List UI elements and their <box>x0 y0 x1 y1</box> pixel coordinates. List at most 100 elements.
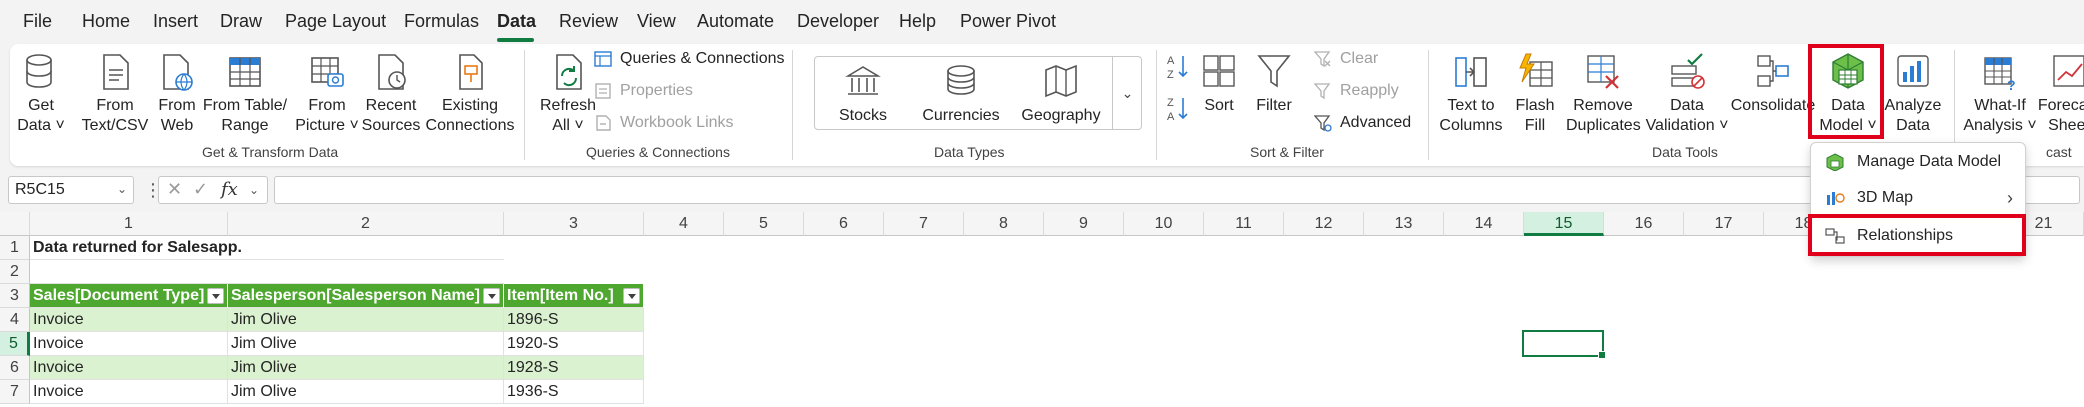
sort-descending-button[interactable]: ZA <box>1164 94 1192 128</box>
tab-power-pivot[interactable]: Power Pivot <box>960 11 1056 32</box>
name-box[interactable]: R5C15 ⌄ <box>8 176 134 204</box>
from-web-button[interactable]: From Web <box>150 52 204 136</box>
active-cell[interactable] <box>1522 330 1606 359</box>
empty-row[interactable] <box>30 260 504 284</box>
column-header[interactable]: 16 <box>1604 212 1684 236</box>
column-header[interactable]: 5 <box>724 212 804 236</box>
flash-fill-button[interactable]: Flash Fill <box>1510 52 1560 136</box>
sheet-title[interactable]: Data returned for Salesapp. <box>30 236 504 260</box>
table-cell[interactable]: 1928-S <box>504 356 644 380</box>
table-header-cell[interactable]: Sales[Document Type] <box>30 284 228 308</box>
column-header[interactable]: 11 <box>1204 212 1284 236</box>
tab-data[interactable]: Data <box>497 11 536 32</box>
column-header[interactable]: 7 <box>884 212 964 236</box>
column-header[interactable]: 10 <box>1124 212 1204 236</box>
recent-sources-button[interactable]: Recent Sources <box>356 52 426 136</box>
table-cell[interactable]: 1896-S <box>504 308 644 332</box>
row-header[interactable]: 6 <box>0 356 30 380</box>
analyze-data-button[interactable]: Analyze Data <box>1880 52 1946 136</box>
data-validation-button[interactable]: Data Validation ˅ <box>1642 52 1732 136</box>
row-header[interactable]: 3 <box>0 284 30 308</box>
geography-button[interactable]: Geography <box>1014 62 1108 126</box>
tab-page-layout[interactable]: Page Layout <box>285 11 386 32</box>
menu-item-manage-data-model[interactable]: Manage Data Model <box>1811 145 2025 179</box>
table-cell[interactable]: Jim Olive <box>228 332 504 356</box>
tab-automate[interactable]: Automate <box>697 11 774 32</box>
consolidate-button[interactable]: Consolidate <box>1726 52 1820 116</box>
tab-formulas[interactable]: Formulas <box>404 11 479 32</box>
enter-icon[interactable]: ✓ <box>193 179 208 200</box>
select-all-corner[interactable] <box>0 212 30 236</box>
table-cell[interactable]: Jim Olive <box>228 308 504 332</box>
tab-file[interactable]: File <box>23 11 52 32</box>
gallery-more-button[interactable]: ⌄ <box>1112 56 1142 130</box>
text-to-columns-button[interactable]: Text to Columns <box>1438 52 1504 136</box>
filter-dropdown-icon[interactable] <box>483 288 500 304</box>
from-table-range-button[interactable]: From Table/ Range <box>200 52 290 136</box>
tab-insert[interactable]: Insert <box>153 11 198 32</box>
tab-review[interactable]: Review <box>559 11 618 32</box>
table-cell[interactable]: Invoice <box>30 332 228 356</box>
table-cell[interactable]: Jim Olive <box>228 380 504 404</box>
column-header[interactable]: 9 <box>1044 212 1124 236</box>
currencies-button[interactable]: Currencies <box>914 62 1008 126</box>
column-header[interactable]: 12 <box>1284 212 1364 236</box>
column-header[interactable]: 14 <box>1444 212 1524 236</box>
column-header[interactable]: 2 <box>228 212 504 236</box>
filter-dropdown-icon[interactable] <box>207 288 224 304</box>
remove-duplicates-icon <box>1584 52 1622 92</box>
column-header[interactable]: 4 <box>644 212 724 236</box>
row-header[interactable]: 7 <box>0 380 30 404</box>
properties-button[interactable]: Properties <box>594 82 693 100</box>
what-if-analysis-button[interactable]: ? What-If Analysis ˅ <box>1958 52 2042 136</box>
manage-data-model-icon <box>1825 153 1845 172</box>
column-header[interactable]: 1 <box>30 212 228 236</box>
stocks-button[interactable]: Stocks <box>818 62 908 126</box>
clear-button[interactable]: Clear <box>1313 50 1378 68</box>
tab-home[interactable]: Home <box>82 11 130 32</box>
filter-button[interactable]: Filter <box>1246 52 1302 116</box>
menu-item-3d-map[interactable]: 3D Map › <box>1811 181 2025 215</box>
tab-developer[interactable]: Developer <box>797 11 879 32</box>
advanced-filter-button[interactable]: Advanced <box>1313 114 1411 132</box>
column-header[interactable]: 8 <box>964 212 1044 236</box>
table-cell[interactable]: Jim Olive <box>228 356 504 380</box>
remove-duplicates-button[interactable]: Remove Duplicates <box>1566 52 1641 136</box>
column-header[interactable]: 6 <box>804 212 884 236</box>
queries-connections-button[interactable]: Queries & Connections <box>594 50 785 68</box>
get-data-button[interactable]: Get Data ˅ <box>16 52 66 136</box>
tab-help[interactable]: Help <box>899 11 936 32</box>
filter-dropdown-icon[interactable] <box>623 288 640 304</box>
forecast-sheet-button[interactable]: Forecast Sheet <box>2036 52 2084 136</box>
table-cell[interactable]: Invoice <box>30 380 228 404</box>
row-header-selected[interactable]: 5 <box>0 332 30 356</box>
row-header[interactable]: 2 <box>0 260 30 284</box>
worksheet-grid[interactable]: 1 2 3 4 5 6 7 8 9 10 11 12 13 14 15 16 1… <box>0 212 2084 407</box>
tab-draw[interactable]: Draw <box>220 11 262 32</box>
row-header[interactable]: 1 <box>0 236 30 260</box>
sort-button[interactable]: Sort <box>1194 52 1244 116</box>
column-header[interactable]: 3 <box>504 212 644 236</box>
reapply-button[interactable]: Reapply <box>1313 82 1399 100</box>
table-header-cell[interactable]: Item[Item No.] <box>504 284 644 308</box>
from-picture-button[interactable]: From Picture ˅ <box>290 52 364 136</box>
table-cell[interactable]: 1920-S <box>504 332 644 356</box>
insert-function-icon[interactable]: fx <box>221 179 238 200</box>
cancel-icon[interactable]: ✕ <box>167 179 182 200</box>
column-header[interactable]: 13 <box>1364 212 1444 236</box>
formula-bar: R5C15 ⌄ ⋮ ✕ ✓ fx ⌄ <box>0 172 2084 208</box>
row-header[interactable]: 4 <box>0 308 30 332</box>
from-text-csv-button[interactable]: From Text/CSV <box>78 52 152 136</box>
sort-ascending-button[interactable]: AZ <box>1164 52 1192 86</box>
table-header-cell[interactable]: Salesperson[Salesperson Name] <box>228 284 504 308</box>
chevron-down-icon[interactable]: ⌄ <box>249 183 259 197</box>
existing-connections-button[interactable]: Existing Connections <box>424 52 516 136</box>
table-cell[interactable]: 1936-S <box>504 380 644 404</box>
table-cell[interactable]: Invoice <box>30 308 228 332</box>
column-header[interactable]: 17 <box>1684 212 1764 236</box>
table-cell[interactable]: Invoice <box>30 356 228 380</box>
tab-view[interactable]: View <box>637 11 676 32</box>
column-header-selected[interactable]: 15 <box>1524 212 1604 236</box>
svg-text:Z: Z <box>1167 97 1174 109</box>
workbook-links-button[interactable]: Workbook Links <box>594 114 734 132</box>
